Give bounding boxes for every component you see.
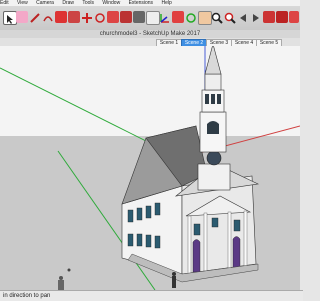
person-figure [172,272,176,288]
side-window [127,209,134,223]
tape-measure-icon[interactable] [133,11,145,23]
pan-icon[interactable] [198,11,212,25]
shape-icon[interactable] [55,11,67,23]
belfry-opening [207,121,219,134]
window-title: churchmodel3 - SketchUp Make 2017 [99,31,201,37]
clock-face [206,150,222,166]
column [227,211,232,269]
select-icon[interactable] [3,11,17,25]
lantern-window [205,94,209,104]
warehouse-icon[interactable] [263,11,275,23]
scene-tabs: Scene 1 Scene 2 Scene 3 Scene 4 Scene 5 [0,38,300,47]
lantern-window [217,94,221,104]
front-window [193,223,201,236]
rotate-icon[interactable] [94,11,106,23]
front-door [232,236,241,269]
side-window [145,234,152,248]
side-window [127,233,134,247]
front-window [233,219,241,232]
scale-icon[interactable] [107,11,119,23]
column [243,210,248,267]
layout-icon[interactable] [289,11,299,23]
axes-icon[interactable] [159,11,171,23]
status-bar: in direction to pan [0,290,303,301]
push-pull-icon[interactable] [68,11,80,23]
eraser-icon[interactable] [16,11,28,23]
side-window [136,233,143,247]
next-view-icon[interactable] [250,11,262,23]
person-figure [67,268,71,272]
tower-drum [204,73,222,91]
lantern-window [211,94,215,104]
model-viewport[interactable] [0,42,301,291]
column [203,212,208,272]
offset-icon[interactable] [120,11,132,23]
side-window [145,205,152,219]
side-window [154,235,161,249]
side-window [154,202,161,216]
line-icon[interactable] [29,11,41,23]
arc-icon[interactable] [42,11,54,23]
side-window [136,207,143,221]
paint-bucket-icon[interactable] [172,11,184,23]
front-door [192,239,201,273]
zoom-icon[interactable] [211,11,223,24]
tower-base [197,163,231,191]
front-window [211,217,219,228]
status-text: in direction to pan [3,293,51,299]
move-icon[interactable] [81,11,93,23]
orbit-icon[interactable] [185,11,197,23]
column [187,215,192,275]
text-icon[interactable] [146,11,160,25]
previous-view-icon[interactable] [237,11,249,23]
main-toolbar [0,6,300,31]
extension-warehouse-icon[interactable] [276,11,288,23]
zoom-extents-icon[interactable] [224,11,236,24]
